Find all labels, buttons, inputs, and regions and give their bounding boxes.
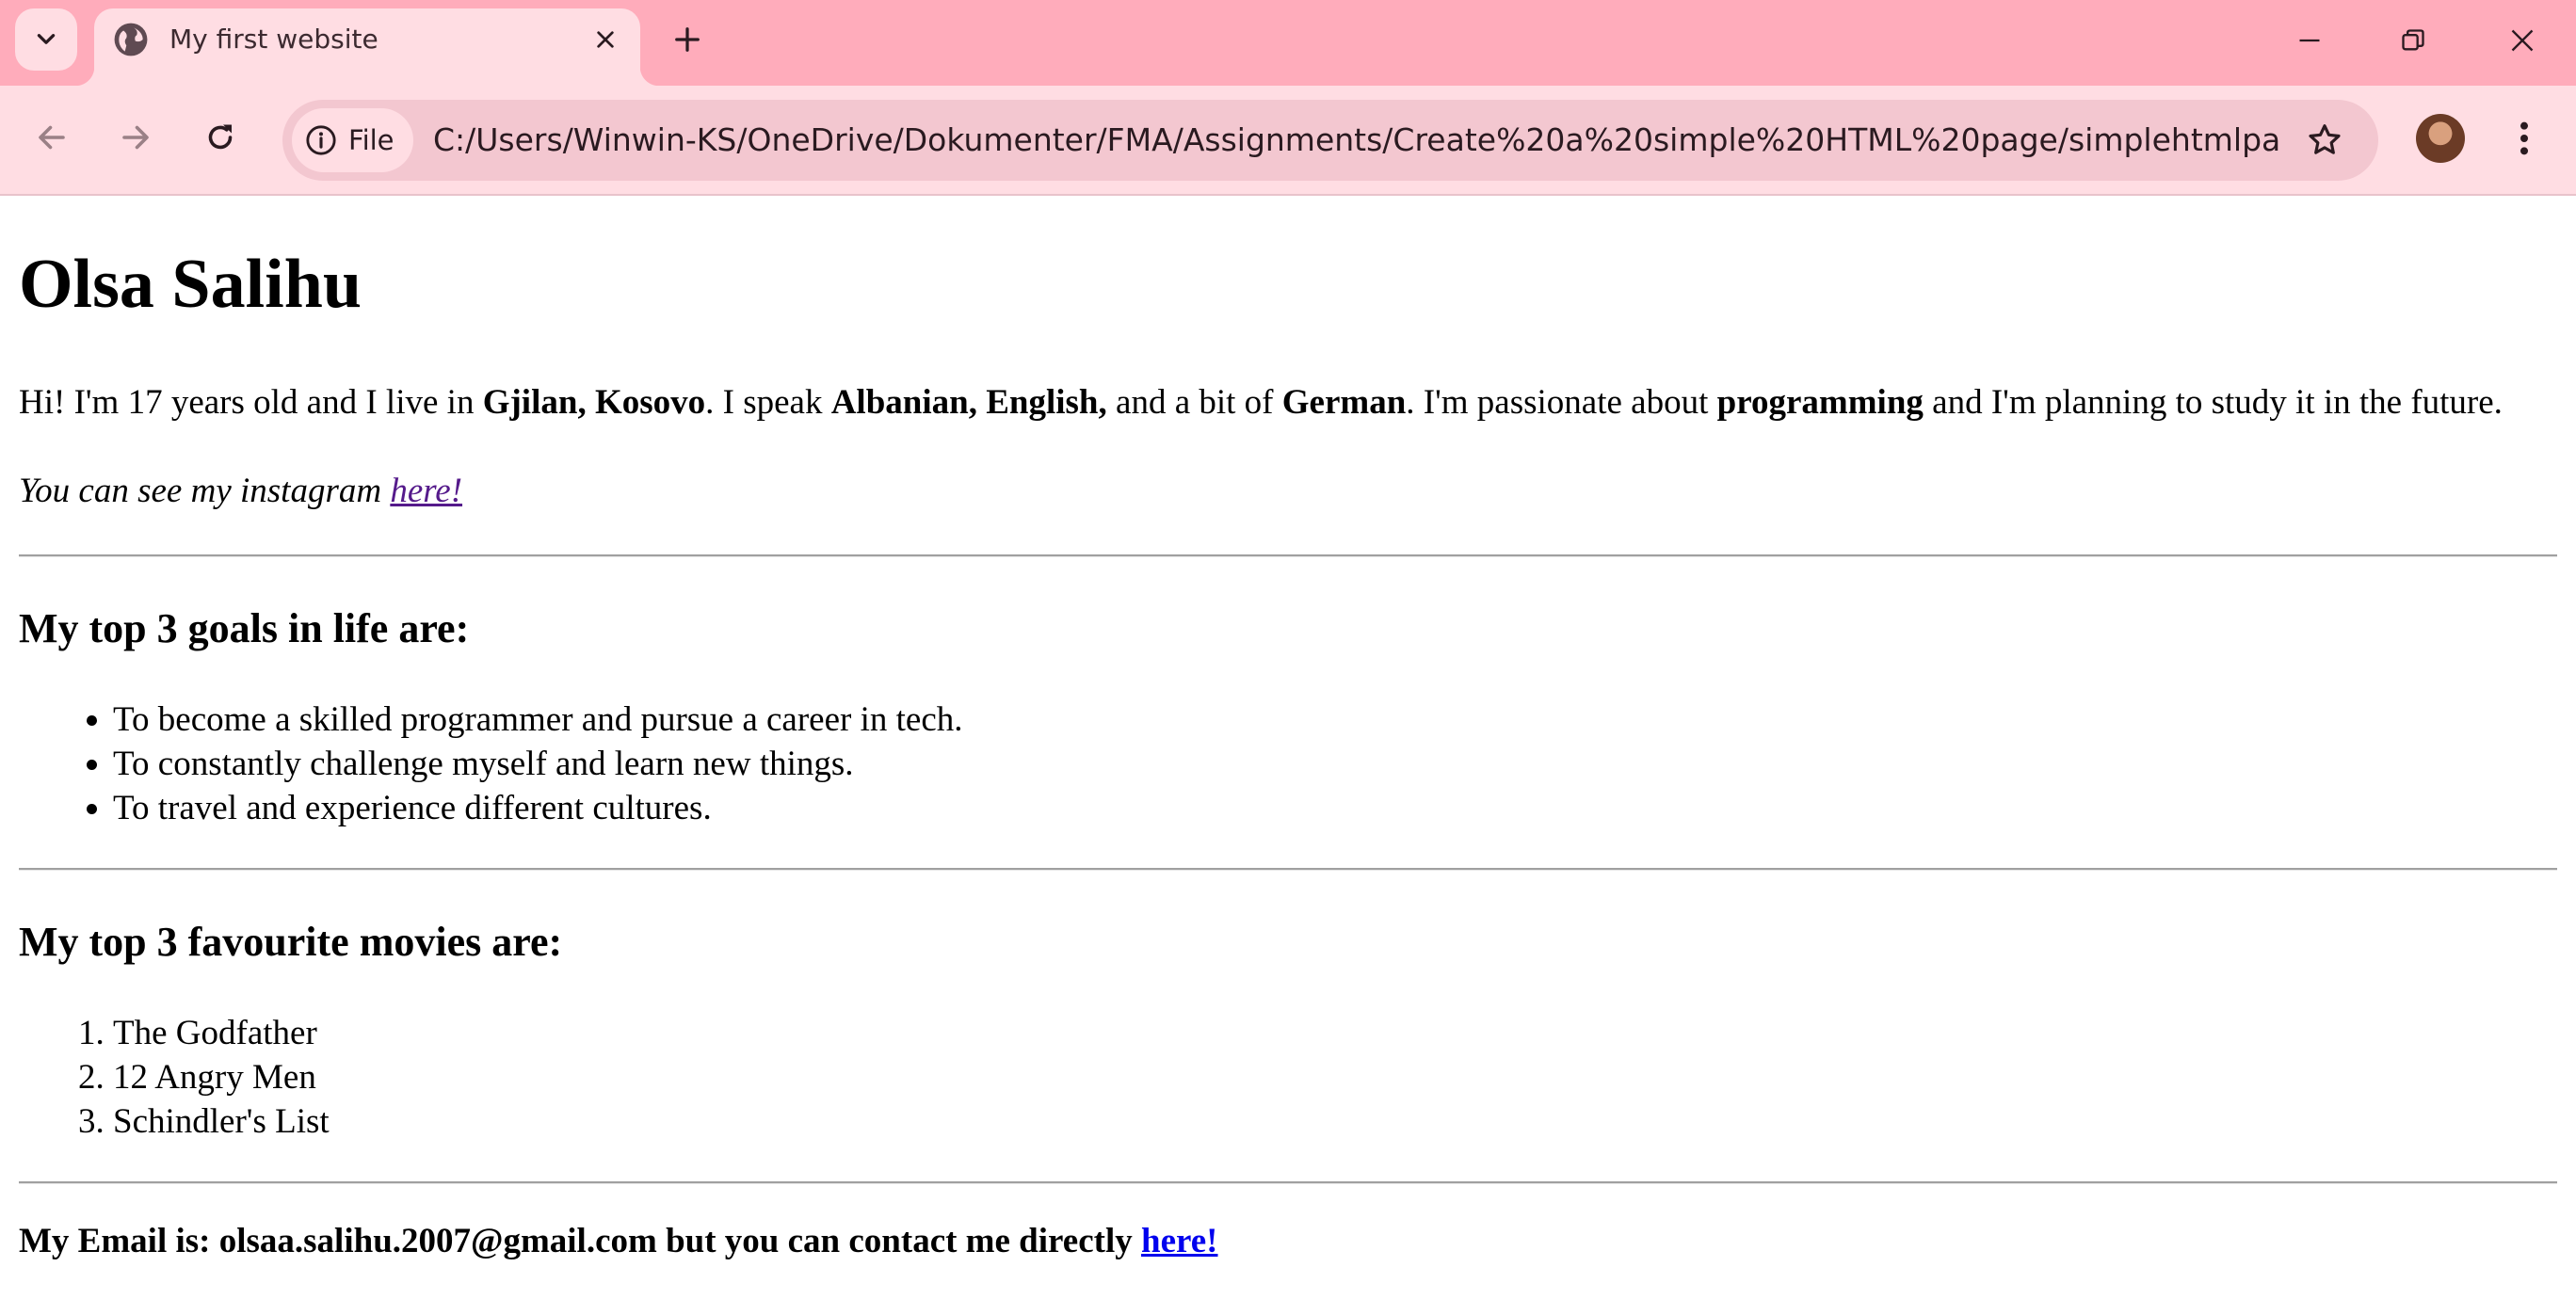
minimize-icon bbox=[2299, 39, 2320, 42]
back-button[interactable] bbox=[25, 111, 78, 164]
instagram-text: You can see my instagram bbox=[19, 472, 391, 510]
goal-item: To constantly challenge myself and learn… bbox=[113, 742, 963, 786]
instagram-link[interactable]: here! bbox=[390, 472, 462, 510]
tab-strip: My first website bbox=[0, 0, 2576, 86]
intro-text: Hi! I'm 17 years old and I live in bbox=[19, 383, 483, 422]
contact-link[interactable]: here! bbox=[1141, 1222, 1218, 1260]
kebab-menu-icon bbox=[2520, 121, 2528, 155]
intro-text: . I speak bbox=[705, 383, 831, 422]
globe-icon bbox=[114, 23, 148, 56]
restore-icon bbox=[2402, 29, 2424, 51]
goals-list: To become a skilled programmer and pursu… bbox=[19, 698, 963, 830]
info-icon bbox=[306, 125, 336, 155]
reload-icon bbox=[208, 124, 233, 150]
tab-title: My first website bbox=[169, 24, 378, 55]
horizontal-rule bbox=[19, 1181, 2557, 1184]
movies-list: The Godfather 12 Angry Men Schindler's L… bbox=[19, 1011, 330, 1144]
intro-passion: programming bbox=[1716, 383, 1924, 422]
page-content: Olsa Salihu Hi! I'm 17 years old and I l… bbox=[0, 196, 2576, 1299]
intro-text: and a bit of bbox=[1106, 383, 1282, 422]
intro-text: . I'm passionate about bbox=[1406, 383, 1717, 422]
intro-languages: Albanian, English, bbox=[830, 383, 1107, 422]
tab-search-button[interactable] bbox=[15, 8, 77, 71]
movie-item: 12 Angry Men bbox=[113, 1055, 330, 1099]
close-icon bbox=[597, 31, 614, 48]
movie-item: The Godfather bbox=[113, 1011, 330, 1055]
plus-icon bbox=[675, 27, 700, 52]
restore-button[interactable] bbox=[2382, 9, 2444, 72]
url-text[interactable]: C:/Users/Winwin-KS/OneDrive/Dokumenter/F… bbox=[433, 100, 2278, 181]
instagram-line: You can see my instagram here! bbox=[19, 469, 462, 513]
arrow-right-icon bbox=[122, 125, 149, 150]
browser-menu-button[interactable] bbox=[2501, 112, 2548, 165]
tab-close-button[interactable] bbox=[589, 24, 621, 56]
horizontal-rule bbox=[19, 868, 2557, 871]
movie-item: Schindler's List bbox=[113, 1099, 330, 1144]
site-info-chip[interactable]: File bbox=[292, 108, 413, 172]
movies-heading: My top 3 favourite movies are: bbox=[19, 919, 563, 965]
horizontal-rule bbox=[19, 554, 2557, 557]
address-bar[interactable]: File C:/Users/Winwin-KS/OneDrive/Dokumen… bbox=[282, 100, 2378, 181]
arrow-left-icon bbox=[39, 125, 65, 150]
contact-text: My Email is: olsaa.salihu.2007@gmail.com… bbox=[19, 1222, 1141, 1260]
browser-toolbar: File C:/Users/Winwin-KS/OneDrive/Dokumen… bbox=[0, 86, 2576, 196]
page-title: Olsa Salihu bbox=[19, 246, 362, 323]
site-info-label: File bbox=[348, 124, 394, 156]
contact-line: My Email is: olsaa.salihu.2007@gmail.com… bbox=[19, 1219, 1218, 1263]
goal-item: To become a skilled programmer and pursu… bbox=[113, 698, 963, 742]
intro-paragraph: Hi! I'm 17 years old and I live in Gjila… bbox=[19, 380, 2561, 425]
new-tab-button[interactable] bbox=[659, 19, 716, 60]
minimize-button[interactable] bbox=[2278, 9, 2341, 72]
intro-location: Gjilan, Kosovo bbox=[482, 383, 706, 422]
bookmark-button[interactable] bbox=[2303, 119, 2346, 162]
forward-button[interactable] bbox=[109, 111, 162, 164]
chevron-down-icon bbox=[37, 34, 56, 44]
goals-heading: My top 3 goals in life are: bbox=[19, 605, 470, 651]
profile-avatar[interactable] bbox=[2416, 114, 2465, 163]
close-window-button[interactable] bbox=[2491, 9, 2553, 72]
browser-tab-active[interactable]: My first website bbox=[75, 8, 659, 86]
goal-item: To travel and experience different cultu… bbox=[113, 786, 963, 830]
intro-text: and I'm planning to study it in the futu… bbox=[1923, 383, 2503, 422]
intro-extra-language: German bbox=[1281, 383, 1407, 422]
star-icon bbox=[2309, 124, 2341, 154]
close-icon bbox=[2511, 29, 2534, 52]
reload-button[interactable] bbox=[194, 111, 247, 164]
